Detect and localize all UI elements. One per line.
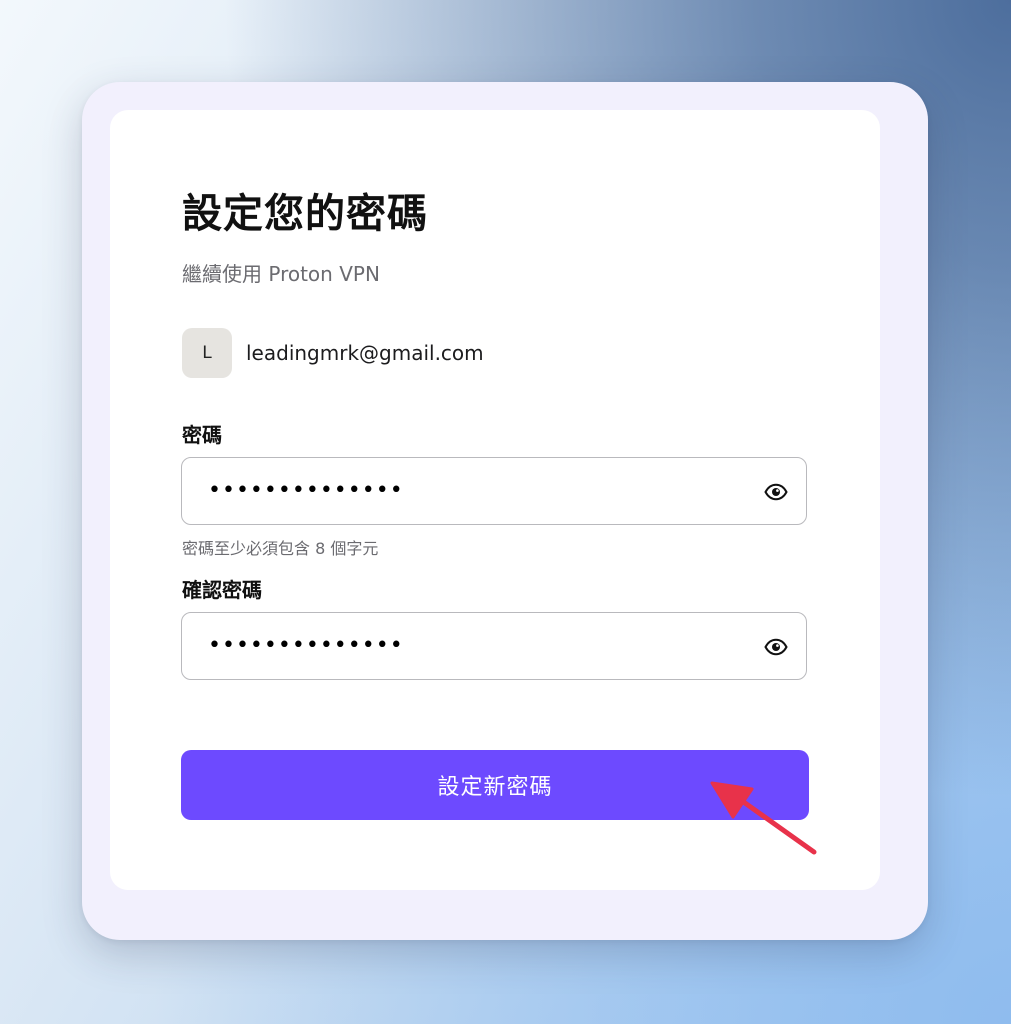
- eye-icon[interactable]: [764, 480, 788, 504]
- avatar: L: [182, 328, 232, 378]
- password-value: ••••••••••••••: [208, 478, 404, 503]
- password-input[interactable]: ••••••••••••••: [181, 457, 807, 525]
- account-row: L leadingmrk@gmail.com: [182, 328, 484, 378]
- set-new-password-button[interactable]: 設定新密碼: [181, 750, 809, 820]
- page-title: 設定您的密碼: [182, 191, 428, 237]
- password-hint: 密碼至少必須包含 8 個字元: [182, 539, 379, 558]
- set-password-form: 設定您的密碼 繼續使用 Proton VPN L leadingmrk@gmai…: [110, 110, 880, 890]
- page-subtitle: 繼續使用 Proton VPN: [182, 262, 380, 286]
- card-frame: 設定您的密碼 繼續使用 Proton VPN L leadingmrk@gmai…: [82, 82, 928, 940]
- eye-icon[interactable]: [764, 635, 788, 659]
- confirm-password-label: 確認密碼: [182, 578, 262, 602]
- account-email: leadingmrk@gmail.com: [246, 341, 484, 365]
- confirm-password-input[interactable]: ••••••••••••••: [181, 612, 807, 680]
- confirm-password-value: ••••••••••••••: [208, 633, 404, 658]
- password-label: 密碼: [182, 423, 222, 447]
